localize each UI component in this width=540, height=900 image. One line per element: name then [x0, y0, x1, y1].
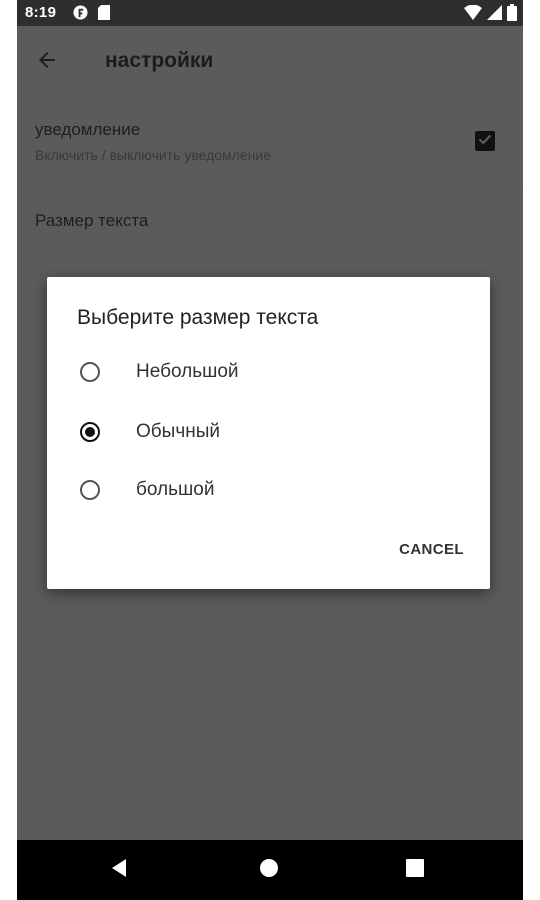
radio-large[interactable] [80, 480, 100, 500]
navigation-bar [17, 840, 523, 900]
preference-notification-summary: Включить / выключить уведомление [35, 147, 271, 163]
text-size-dialog: Выберите размер текста Небольшой Обычный… [47, 277, 490, 589]
check-icon [477, 131, 493, 152]
dialog-title: Выберите размер текста [77, 306, 319, 329]
home-circle-icon [259, 858, 279, 883]
status-bar: 8:19 [17, 0, 523, 26]
arrow-left-icon [35, 48, 59, 77]
preference-notification-title: уведомление [35, 120, 141, 139]
wifi-icon [464, 4, 482, 25]
option-normal-label: Обычный [136, 421, 220, 442]
recents-square-icon [405, 858, 425, 883]
screen-frame: 8:19 настройки уведомление Включить / вы… [0, 0, 540, 900]
option-normal[interactable]: Обычный [47, 404, 490, 460]
app-bar: настройки [17, 26, 523, 96]
radio-normal[interactable] [80, 422, 100, 442]
status-left-icons [73, 5, 110, 25]
radio-small[interactable] [80, 362, 100, 382]
back-triangle-icon [110, 858, 130, 883]
back-button[interactable] [33, 48, 61, 76]
notification-checkbox[interactable] [475, 131, 495, 151]
option-large[interactable]: большой [47, 462, 490, 518]
option-small[interactable]: Небольшой [47, 344, 490, 400]
preference-text-size[interactable]: Размер текста [17, 187, 523, 257]
page-title: настройки [105, 49, 214, 72]
status-right-icons [464, 4, 517, 26]
battery-icon [507, 4, 517, 26]
app-notification-icon [73, 5, 88, 25]
signal-icon [487, 5, 502, 25]
nav-recents-button[interactable] [401, 856, 429, 884]
nav-home-button[interactable] [255, 856, 283, 884]
option-small-label: Небольшой [136, 361, 239, 382]
status-time: 8:19 [25, 4, 57, 21]
cancel-button[interactable]: CANCEL [399, 541, 464, 558]
sd-card-icon [98, 5, 110, 25]
preference-notification[interactable]: уведомление Включить / выключить уведомл… [17, 96, 523, 187]
phone-screen: 8:19 настройки уведомление Включить / вы… [17, 0, 523, 900]
preference-text-size-title: Размер текста [35, 211, 149, 230]
option-large-label: большой [136, 479, 215, 500]
nav-back-button[interactable] [106, 856, 134, 884]
